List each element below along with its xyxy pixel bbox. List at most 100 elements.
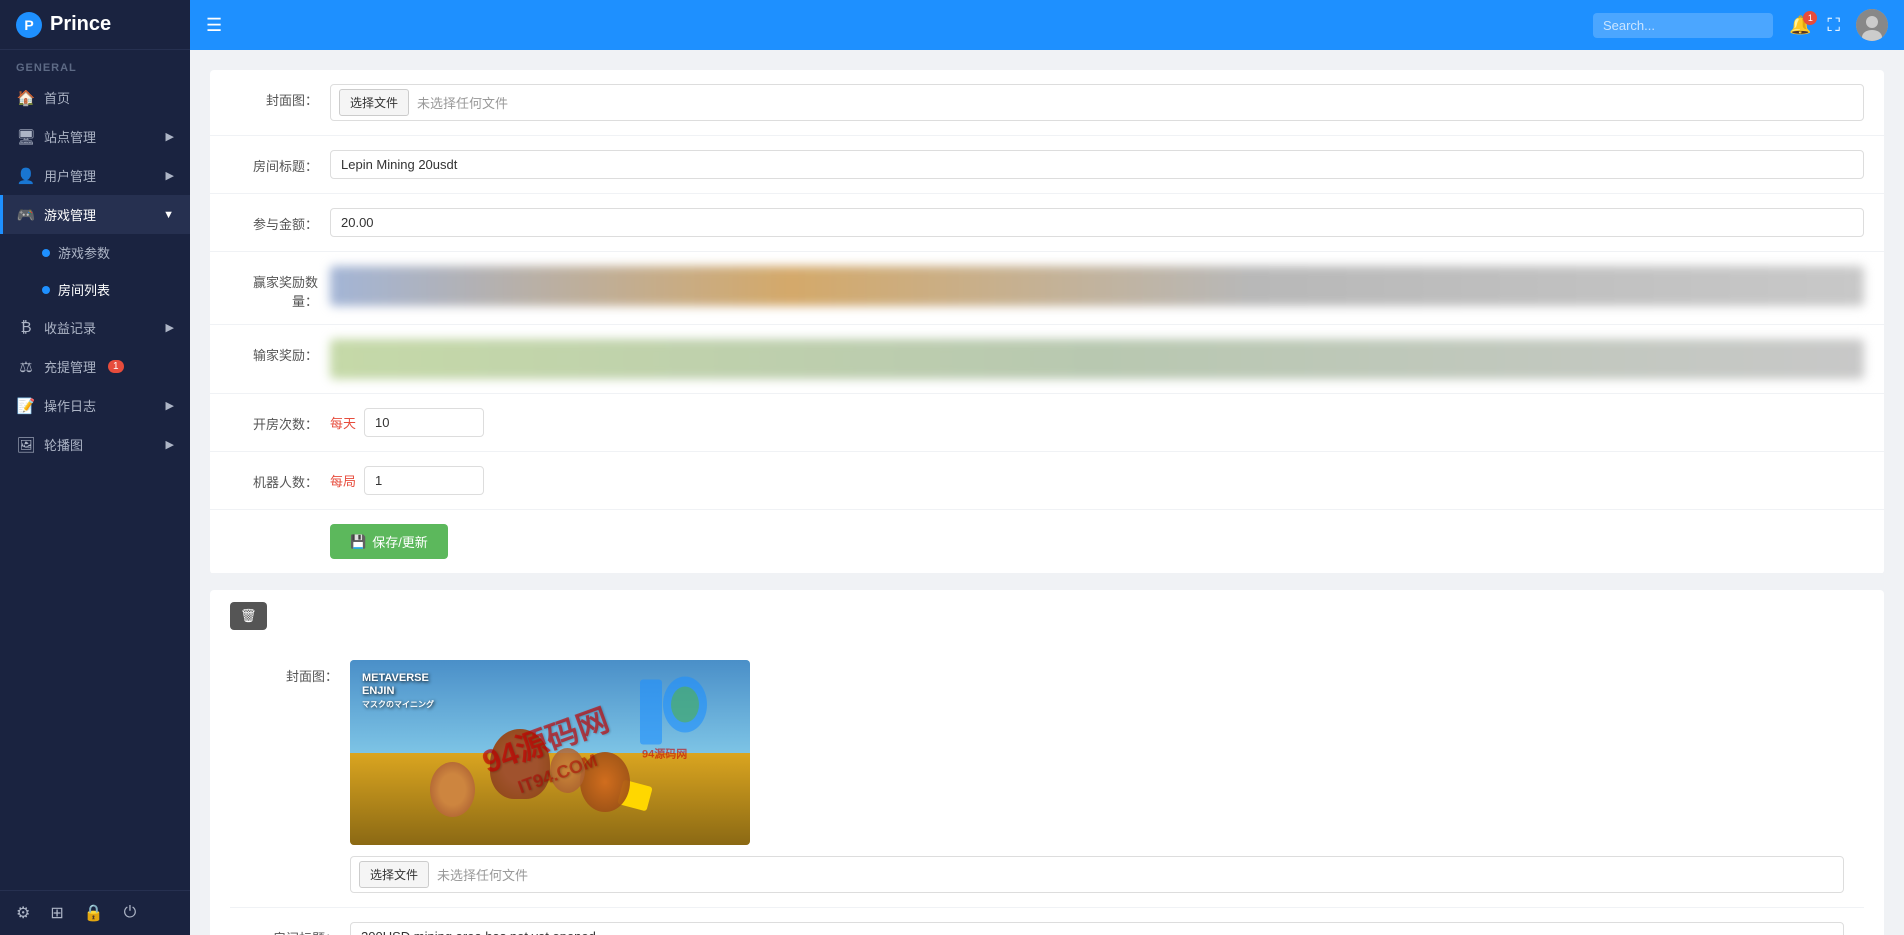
recharge-badge: 1 bbox=[108, 360, 124, 373]
gamepad-icon: 🎮 bbox=[16, 206, 36, 224]
user-avatar[interactable] bbox=[1856, 9, 1888, 41]
form1-file-placeholder: 未选择任何文件 bbox=[417, 93, 508, 112]
form2-cover-content: METAVERSEENJINマスクのマイニング bbox=[350, 660, 1844, 893]
sidebar-item-room-list[interactable]: 房间列表 bbox=[0, 271, 190, 308]
form1-file-btn[interactable]: 选择文件 bbox=[339, 89, 409, 116]
sidebar-item-user-mgmt[interactable]: 👤 用户管理 ▶ bbox=[0, 156, 190, 195]
sidebar-item-game-label: 游戏管理 bbox=[44, 205, 96, 224]
form1-open-times-input[interactable] bbox=[364, 408, 484, 437]
sidebar-item-earnings[interactable]: ₿ 收益记录 ▶ bbox=[0, 308, 190, 347]
form1-amount-row: 参与金额： bbox=[210, 194, 1884, 252]
app-title: Prince bbox=[50, 13, 111, 36]
settings-icon[interactable]: ⚙ bbox=[16, 903, 30, 923]
hamburger-icon[interactable]: ☰ bbox=[206, 15, 222, 36]
monitor-icon: 🖥 bbox=[16, 128, 36, 146]
sidebar-item-home-label: 首页 bbox=[44, 88, 70, 107]
form1-robot-input[interactable] bbox=[364, 466, 484, 495]
form1-amount-label: 参与金额： bbox=[230, 208, 330, 233]
power-icon[interactable]: ⏻ bbox=[124, 904, 137, 922]
form2-file-input: 选择文件 未选择任何文件 bbox=[350, 856, 1844, 893]
chevron-right-icon5: ▶ bbox=[166, 438, 174, 451]
form1-open-times-freq: 每天 bbox=[330, 413, 356, 432]
form1-open-times-inputs: 每天 bbox=[330, 408, 484, 437]
image-icon: 🖼 bbox=[16, 436, 36, 454]
log-icon: 📝 bbox=[16, 397, 36, 415]
form1-room-title-input[interactable] bbox=[330, 150, 1864, 179]
form2-room-title-label: 房间标题： bbox=[250, 922, 350, 935]
chevron-right-icon2: ▶ bbox=[166, 169, 174, 182]
sidebar-item-site-mgmt[interactable]: 🖥 站点管理 ▶ bbox=[0, 117, 190, 156]
char3 bbox=[580, 752, 630, 812]
form2-delete-btn[interactable]: 🗑 bbox=[230, 602, 267, 630]
form1-open-times-label: 开房次数： bbox=[230, 408, 330, 433]
form1-room-title-row: 房间标题： bbox=[210, 136, 1884, 194]
home-icon: 🏠 bbox=[16, 89, 36, 107]
sidebar-item-game-mgmt[interactable]: 🎮 游戏管理 ▼ bbox=[0, 195, 190, 234]
form1-robot-freq: 每局 bbox=[330, 471, 356, 490]
sidebar-section-label: GENERAL bbox=[0, 50, 190, 78]
bitcoin-icon: ₿ bbox=[16, 319, 36, 336]
form1-robot-row: 机器人数： 每局 bbox=[210, 452, 1884, 510]
lock-icon[interactable]: 🔒 bbox=[84, 903, 104, 923]
save-icon: 💾 bbox=[350, 534, 366, 550]
sidebar-sub-room-list-label: 房间列表 bbox=[58, 280, 110, 299]
fullscreen-icon[interactable]: ⛶ bbox=[1827, 15, 1840, 36]
sidebar-item-recharge-label: 充提管理 bbox=[44, 357, 96, 376]
form1-winner-label: 赢家奖励数量： bbox=[230, 266, 330, 310]
character2 bbox=[430, 762, 475, 817]
form2-cover-label: 封面图： bbox=[250, 660, 350, 685]
char4 bbox=[550, 748, 585, 793]
dot-icon2 bbox=[42, 286, 50, 294]
sidebar-item-recharge[interactable]: ⚖ 充提管理 1 bbox=[0, 347, 190, 386]
sidebar-item-carousel[interactable]: 🖼 轮播图 ▶ bbox=[0, 425, 190, 464]
form1-file-input: 选择文件 未选择任何文件 bbox=[330, 84, 1864, 121]
grid-icon[interactable]: ⊞ bbox=[50, 903, 63, 923]
form2-container: 🗑 封面图： METAVERSEENJINマスクのマイニング bbox=[210, 590, 1884, 935]
form1-room-title-label: 房间标题： bbox=[230, 150, 330, 175]
game-image: METAVERSEENJINマスクのマイニング bbox=[350, 660, 750, 845]
form1-save-btn[interactable]: 💾 保存/更新 bbox=[330, 524, 448, 559]
sidebar-item-earnings-label: 收益记录 bbox=[44, 318, 96, 337]
form1-loser-label: 输家奖励： bbox=[230, 339, 330, 364]
game-image-container: METAVERSEENJINマスクのマイニング bbox=[350, 660, 750, 845]
sidebar-item-user-label: 用户管理 bbox=[44, 166, 96, 185]
scale-icon: ⚖ bbox=[16, 358, 36, 376]
notification-badge: 1 bbox=[1803, 11, 1817, 25]
sidebar-item-carousel-label: 轮播图 bbox=[44, 435, 83, 454]
sidebar-footer: ⚙ ⊞ 🔒 ⏻ bbox=[0, 890, 190, 935]
form1-robot-inputs: 每局 bbox=[330, 466, 484, 495]
form2-delete-row: 🗑 bbox=[230, 602, 1864, 638]
form2-room-title-input[interactable] bbox=[350, 922, 1844, 935]
logo-icon: P bbox=[16, 12, 42, 38]
content-area: 封面图： 选择文件 未选择任何文件 房间标题： 参与金额： 赢家奖励数量： bbox=[190, 50, 1904, 935]
sidebar-item-home[interactable]: 🏠 首页 bbox=[0, 78, 190, 117]
sidebar-item-operation-label: 操作日志 bbox=[44, 396, 96, 415]
sidebar: P Prince GENERAL 🏠 首页 🖥 站点管理 ▶ 👤 用户管理 ▶ … bbox=[0, 0, 190, 935]
form1-amount-input[interactable] bbox=[330, 208, 1864, 237]
dot-icon bbox=[42, 249, 50, 257]
form1-winner-input-blurred[interactable] bbox=[330, 266, 1864, 306]
chevron-right-icon4: ▶ bbox=[166, 399, 174, 412]
form2-room-title-row: 房间标题： bbox=[230, 908, 1864, 935]
main-area: ☰ 🔔 1 ⛶ 封面图： 选择文件 未选择任何文件 bbox=[190, 0, 1904, 935]
character1 bbox=[490, 729, 550, 799]
sidebar-item-operation[interactable]: 📝 操作日志 ▶ bbox=[0, 386, 190, 425]
sidebar-sub-game-params-label: 游戏参数 bbox=[58, 243, 110, 262]
form1-cover-label: 封面图： bbox=[230, 84, 330, 109]
app-logo[interactable]: P Prince bbox=[0, 0, 190, 50]
form2-file-btn[interactable]: 选择文件 bbox=[359, 861, 429, 888]
form2-file-placeholder: 未选择任何文件 bbox=[437, 865, 528, 884]
chevron-right-icon: ▶ bbox=[166, 130, 174, 143]
notification-icon[interactable]: 🔔 1 bbox=[1789, 15, 1811, 36]
form1-open-times-row: 开房次数： 每天 bbox=[210, 394, 1884, 452]
form1-save-btn-label: 保存/更新 bbox=[372, 532, 428, 551]
chevron-right-icon3: ▶ bbox=[166, 321, 174, 334]
form1-loser-input-blurred[interactable] bbox=[330, 339, 1864, 379]
form1-robot-label: 机器人数： bbox=[230, 466, 330, 491]
sidebar-item-game-params[interactable]: 游戏参数 bbox=[0, 234, 190, 271]
search-input[interactable] bbox=[1593, 13, 1773, 38]
form1-cover-row: 封面图： 选择文件 未选择任何文件 bbox=[210, 70, 1884, 136]
user-icon: 👤 bbox=[16, 167, 36, 185]
form2-cover-row: 封面图： METAVERSEENJINマスクのマイニング bbox=[230, 646, 1864, 908]
game-title-text: METAVERSEENJINマスクのマイニング bbox=[362, 672, 434, 712]
